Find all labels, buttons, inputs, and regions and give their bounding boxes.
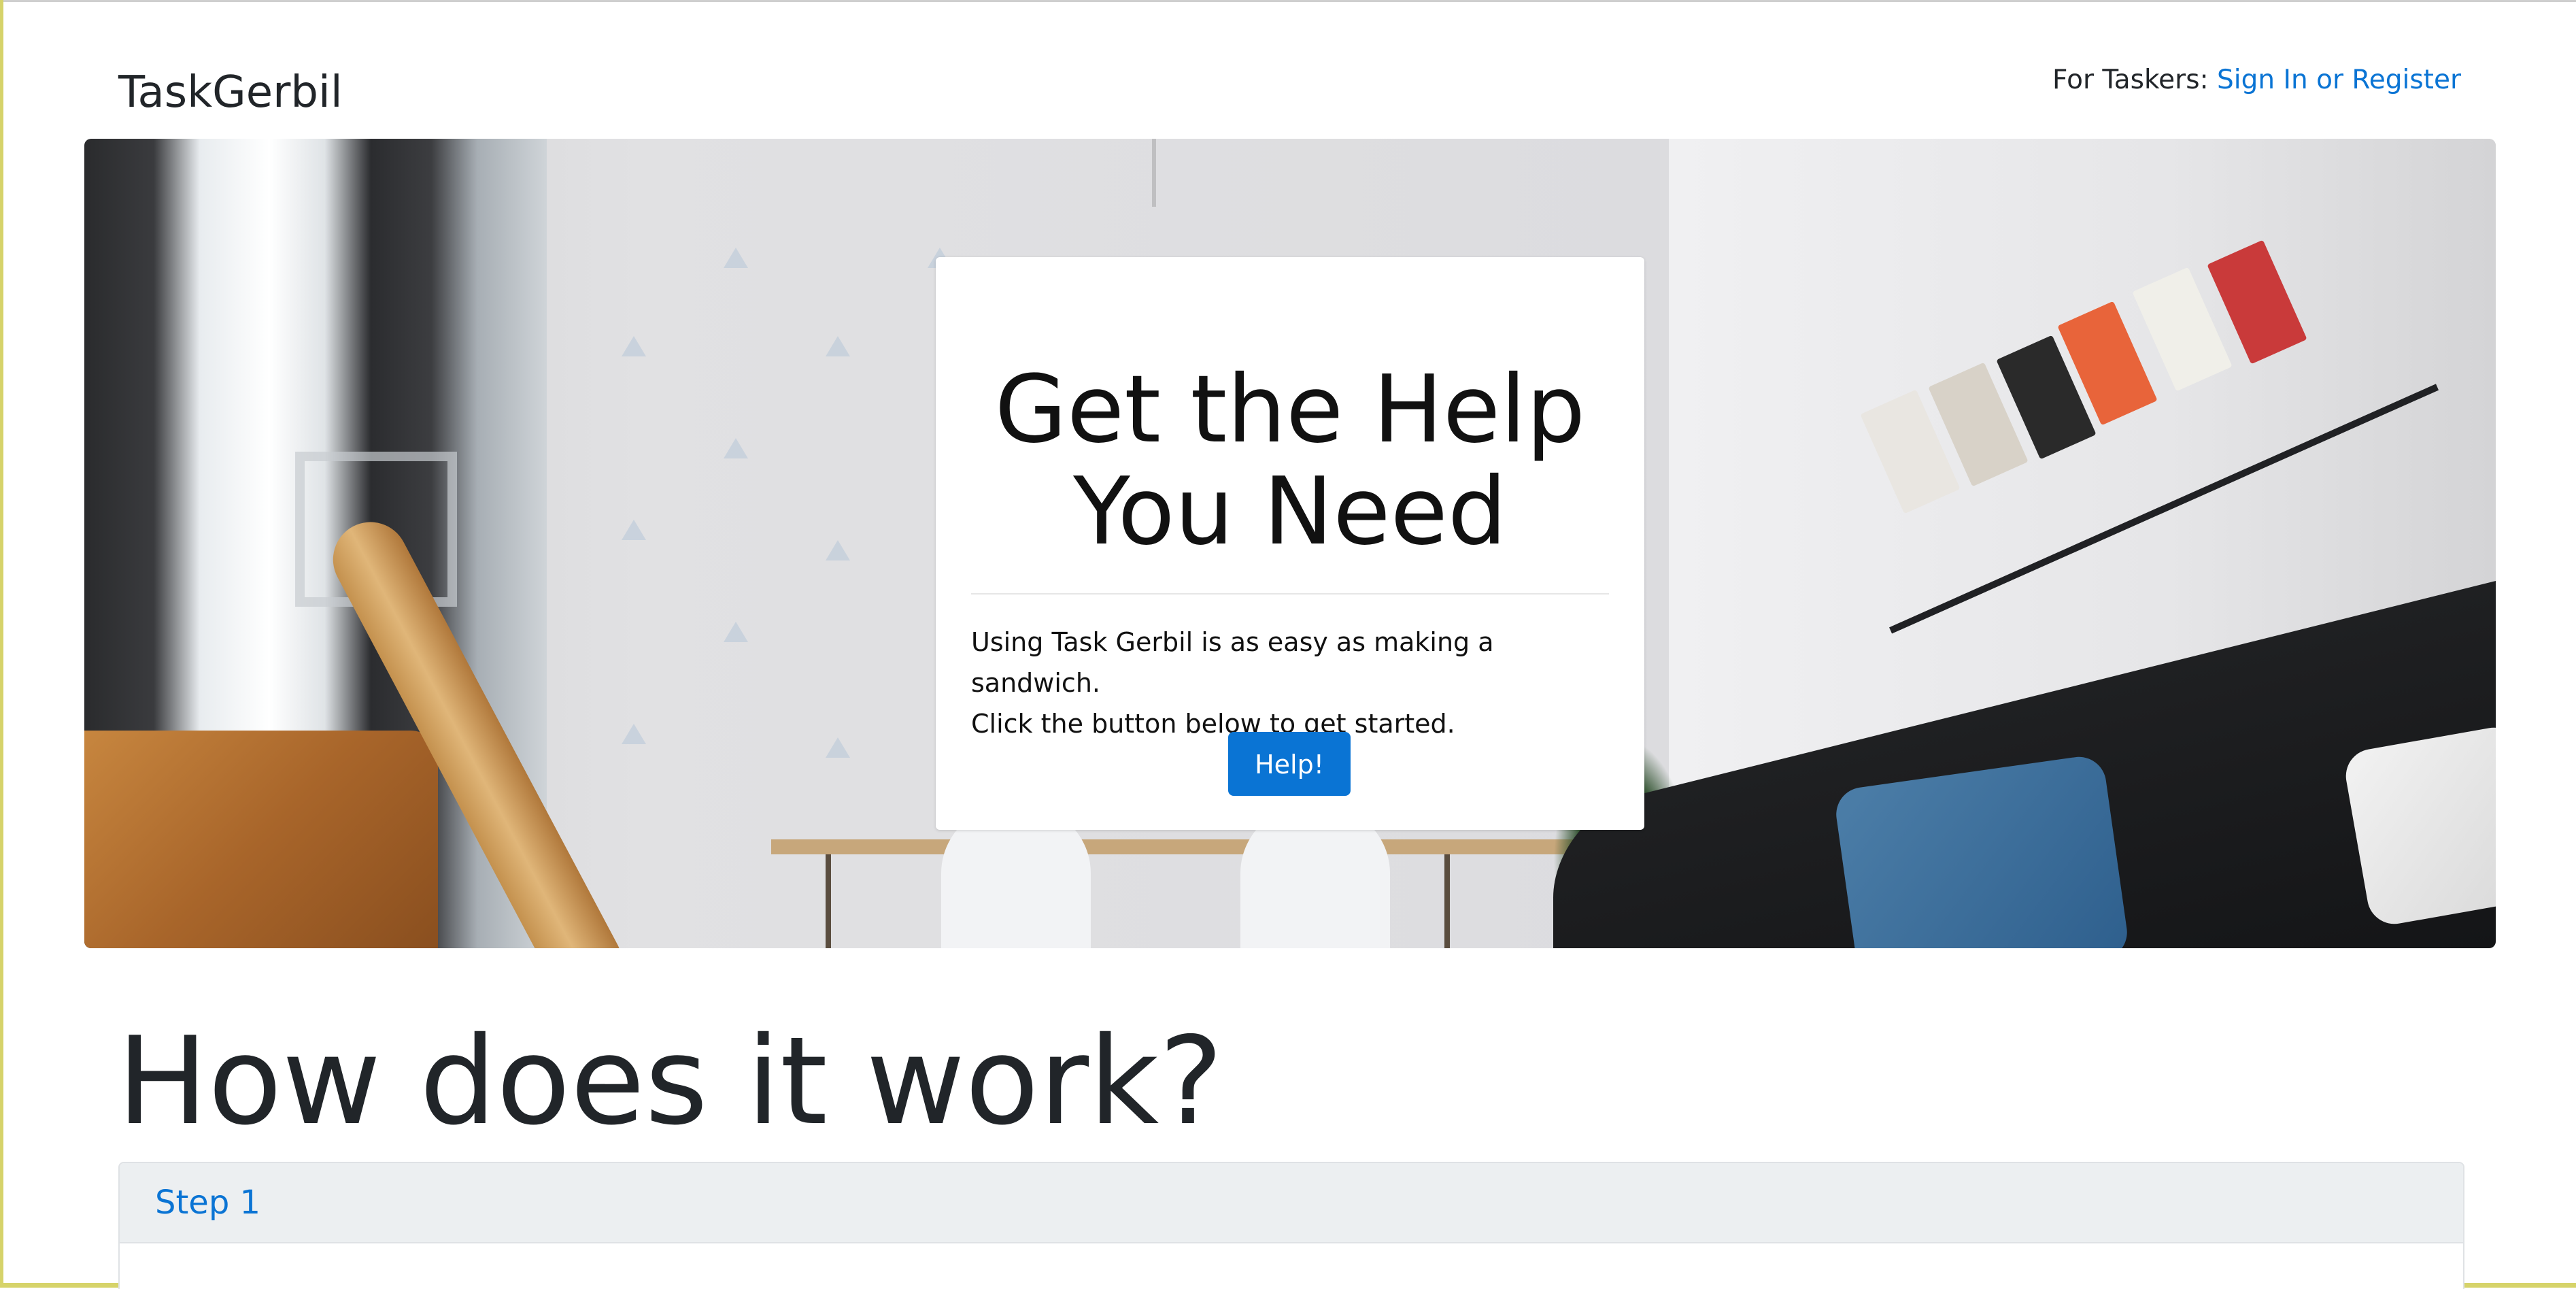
hero-title-line-2: You Need (1073, 458, 1507, 566)
how-it-works-heading: How does it work? (117, 1011, 1223, 1152)
step-1-header[interactable]: Step 1 (120, 1163, 2463, 1243)
step-1-toggle-link[interactable]: Step 1 (155, 1184, 260, 1222)
brand-logo-text[interactable]: TaskGerbil (118, 65, 343, 120)
hero-divider (971, 593, 1609, 595)
hero-banner: Get the Help You Need Using Task Gerbil … (84, 139, 2496, 948)
help-button[interactable]: Help! (1228, 732, 1351, 796)
hero-description: Using Task Gerbil is as easy as making a… (971, 622, 1617, 744)
hero-card: Get the Help You Need Using Task Gerbil … (936, 257, 1644, 830)
tasker-prefix-label: For Taskers: (2052, 65, 2218, 95)
tasker-signin-area: For Taskers: Sign In or Register (2052, 63, 2461, 98)
step-1-card: Step 1 (118, 1162, 2464, 1289)
tasker-signin-register-link[interactable]: Sign In or Register (2217, 65, 2461, 95)
window-top-border (0, 0, 2576, 2)
hero-description-line-1: Using Task Gerbil is as easy as making a… (971, 627, 1494, 698)
hero-title-line-1: Get the Help (994, 356, 1586, 464)
hero-title: Get the Help You Need (936, 359, 1644, 563)
window-left-border (0, 0, 3, 1288)
